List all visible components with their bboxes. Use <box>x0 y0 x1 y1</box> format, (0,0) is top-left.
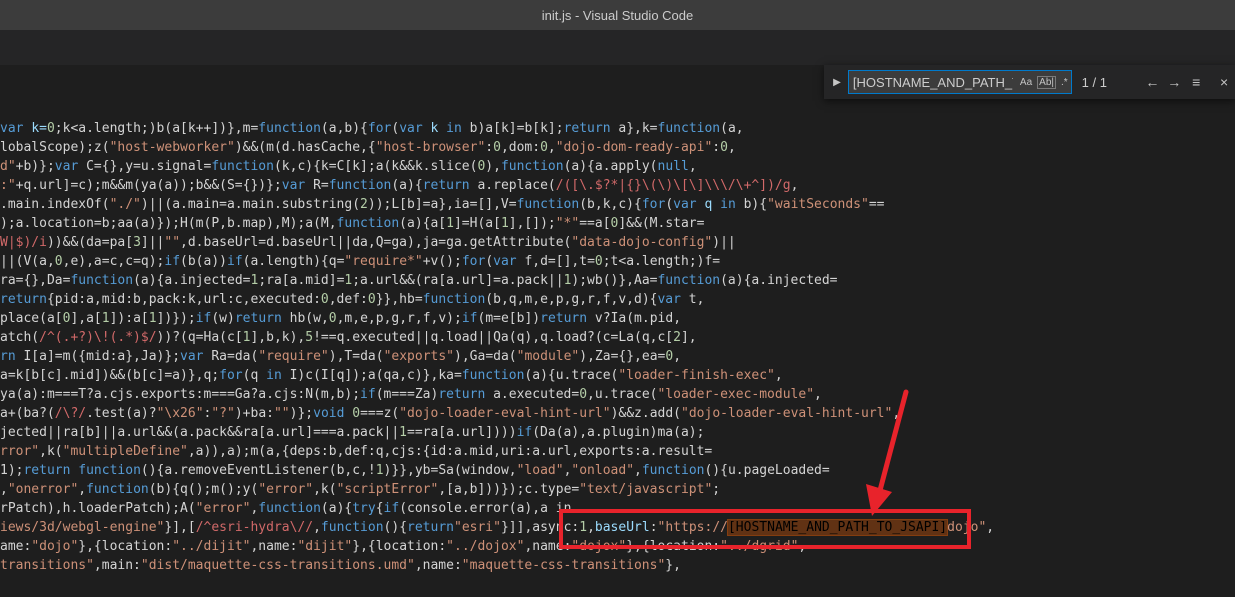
arrow-head <box>866 484 892 516</box>
arrow-shaft <box>875 389 909 501</box>
annotation-arrow <box>866 389 909 516</box>
